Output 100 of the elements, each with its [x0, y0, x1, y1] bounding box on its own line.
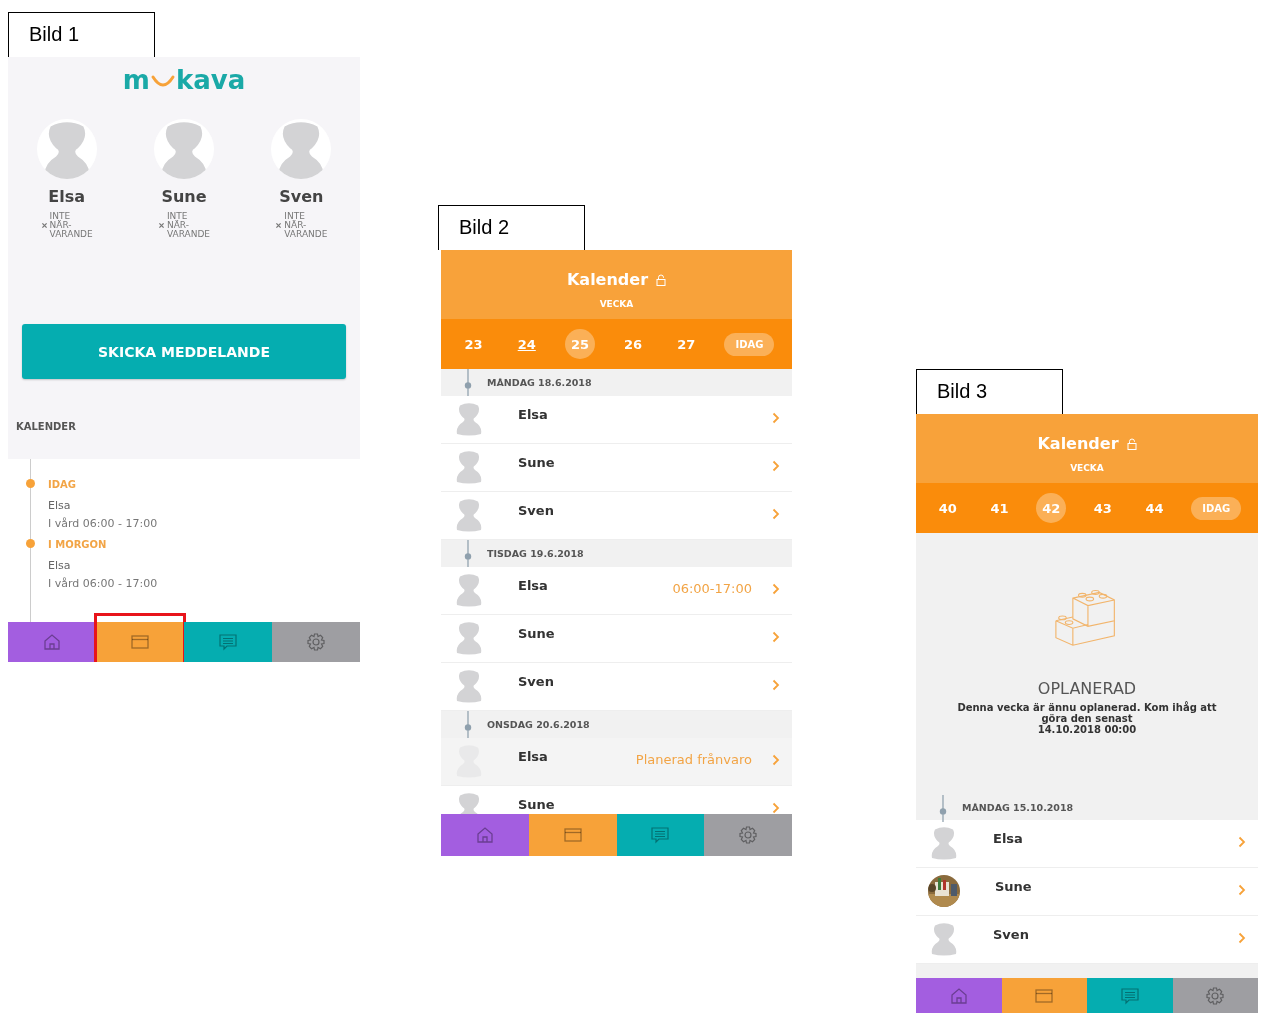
- week-tab[interactable]: 26: [618, 329, 649, 359]
- day-header: MÅNDAG 18.6.2018: [487, 377, 592, 388]
- home-tab[interactable]: [441, 814, 529, 856]
- avatar-placeholder-icon: [929, 826, 959, 860]
- settings-icon: [1205, 985, 1226, 1006]
- chat-icon: [650, 825, 671, 845]
- timeline-pin-icon: [939, 795, 947, 822]
- today-button[interactable]: IDAG: [724, 332, 775, 356]
- week-tab[interactable]: 23: [458, 329, 489, 359]
- settings-tab[interactable]: [704, 814, 792, 856]
- unlocked-padlock-icon[interactable]: [1126, 437, 1137, 450]
- messages-tab[interactable]: [184, 622, 272, 662]
- chevron-right-icon: [1238, 836, 1246, 848]
- settings-icon: [306, 632, 326, 652]
- week-tab[interactable]: 40: [932, 493, 963, 523]
- child-name: Elsa: [48, 187, 86, 206]
- schedule-note: Planerad frånvaro: [635, 752, 752, 767]
- week-tab[interactable]: 24: [511, 329, 542, 359]
- smile-icon: [149, 73, 176, 89]
- home-tab[interactable]: [8, 622, 96, 662]
- screen-title: Kalender: [566, 270, 649, 289]
- day-label: I MORGON: [48, 539, 108, 552]
- child-row[interactable]: Elsa 06:00-17:00: [441, 567, 792, 615]
- day-header: ONSDAG 20.6.2018: [487, 719, 590, 730]
- unplanned-title: OPLANERAD: [1037, 679, 1137, 698]
- status-text: INTE NÄR- VARANDE: [166, 212, 211, 239]
- calendar-icon: [562, 825, 583, 845]
- week-tab[interactable]: 41: [984, 493, 1015, 523]
- status-text: INTE NÄR- VARANDE: [49, 212, 93, 239]
- week-tab[interactable]: 44: [1139, 493, 1170, 523]
- screen-title: Kalender: [1037, 434, 1119, 453]
- avatar-placeholder-icon: [454, 498, 484, 532]
- avatar-placeholder-icon: [454, 450, 484, 484]
- chevron-right-icon: [772, 460, 780, 472]
- child-row[interactable]: Elsa: [916, 820, 1258, 868]
- chevron-right-icon: [772, 754, 780, 766]
- timeline-dot-icon: [26, 479, 35, 488]
- child-name: Elsa: [993, 831, 1024, 846]
- send-message-button[interactable]: SKICKA MEDDELANDE: [22, 324, 346, 379]
- child-row[interactable]: Elsa: [441, 396, 792, 444]
- child-row[interactable]: Sune: [441, 786, 792, 814]
- day-header: MÅNDAG 15.10.2018: [962, 802, 1074, 813]
- home-icon: [42, 632, 62, 652]
- today-button[interactable]: IDAG: [1191, 496, 1242, 520]
- timeline-pin-icon: [464, 711, 472, 738]
- child-name: Elsa: [518, 578, 549, 593]
- child-name: Sune: [518, 626, 556, 641]
- timeline-pin-icon: [464, 540, 472, 567]
- child-name: Sven: [993, 927, 1030, 942]
- home-tab[interactable]: [916, 978, 1002, 1013]
- week-caption: VECKA: [599, 299, 634, 309]
- calendar-icon: [130, 632, 150, 652]
- chat-icon: [1119, 985, 1140, 1006]
- child-name: Sven: [518, 503, 555, 518]
- settings-icon: [738, 825, 759, 845]
- avatar-placeholder-icon: [929, 922, 959, 956]
- week-caption: VECKA: [1070, 463, 1104, 473]
- avatar-placeholder-icon: [454, 402, 484, 436]
- week-tab[interactable]: 42: [1036, 493, 1067, 523]
- child-name: Sven: [279, 187, 324, 206]
- child-name: Sven: [518, 674, 555, 689]
- child-name: Elsa: [518, 749, 549, 764]
- child-name: Sune: [518, 455, 556, 470]
- week-tab[interactable]: 25: [564, 329, 595, 359]
- chevron-right-icon: [772, 802, 780, 814]
- child-name: Sune: [518, 797, 556, 812]
- settings-tab[interactable]: [272, 622, 360, 662]
- chevron-right-icon: [1238, 932, 1246, 944]
- timeline-pin-icon: [464, 369, 472, 396]
- chevron-right-icon: [772, 631, 780, 643]
- messages-tab[interactable]: [1087, 978, 1173, 1013]
- care-time: I vård 06:00 - 17:00: [48, 577, 159, 592]
- home-icon: [474, 825, 495, 845]
- chevron-right-icon: [772, 679, 780, 691]
- notice-text: Denna vecka är ännu oplanerad. Kom ihåg att göra den senast: [957, 702, 1217, 724]
- deadline-text: 14.10.2018 00:00: [1036, 724, 1138, 735]
- avatar-placeholder-icon: [454, 669, 484, 703]
- chat-icon: [218, 632, 238, 652]
- week-tab[interactable]: 27: [671, 329, 702, 359]
- week-tab[interactable]: 43: [1087, 493, 1118, 523]
- child-row[interactable]: Sven: [916, 916, 1258, 964]
- child-name: Elsa: [48, 499, 72, 514]
- cross-icon: [157, 222, 165, 229]
- cross-icon: [275, 222, 283, 229]
- settings-tab[interactable]: [1172, 978, 1258, 1013]
- calendar-tab[interactable]: [96, 622, 184, 662]
- messages-tab[interactable]: [616, 814, 705, 856]
- avatar-placeholder-icon: [454, 573, 484, 607]
- chevron-right-icon: [1238, 884, 1246, 896]
- unlocked-padlock-icon[interactable]: [656, 273, 667, 286]
- child-row[interactable]: Sune: [441, 444, 792, 492]
- child-row[interactable]: Sune: [441, 615, 792, 663]
- calendar-tab[interactable]: [1001, 978, 1087, 1013]
- calendar-tab[interactable]: [528, 814, 617, 856]
- child-name: Sune: [995, 879, 1033, 894]
- child-row[interactable]: Sven: [441, 492, 792, 540]
- child-row[interactable]: Sven: [441, 663, 792, 711]
- cross-icon: [40, 222, 48, 229]
- schedule-note: 06:00-17:00: [672, 581, 752, 596]
- child-row[interactable]: Sune: [916, 868, 1258, 916]
